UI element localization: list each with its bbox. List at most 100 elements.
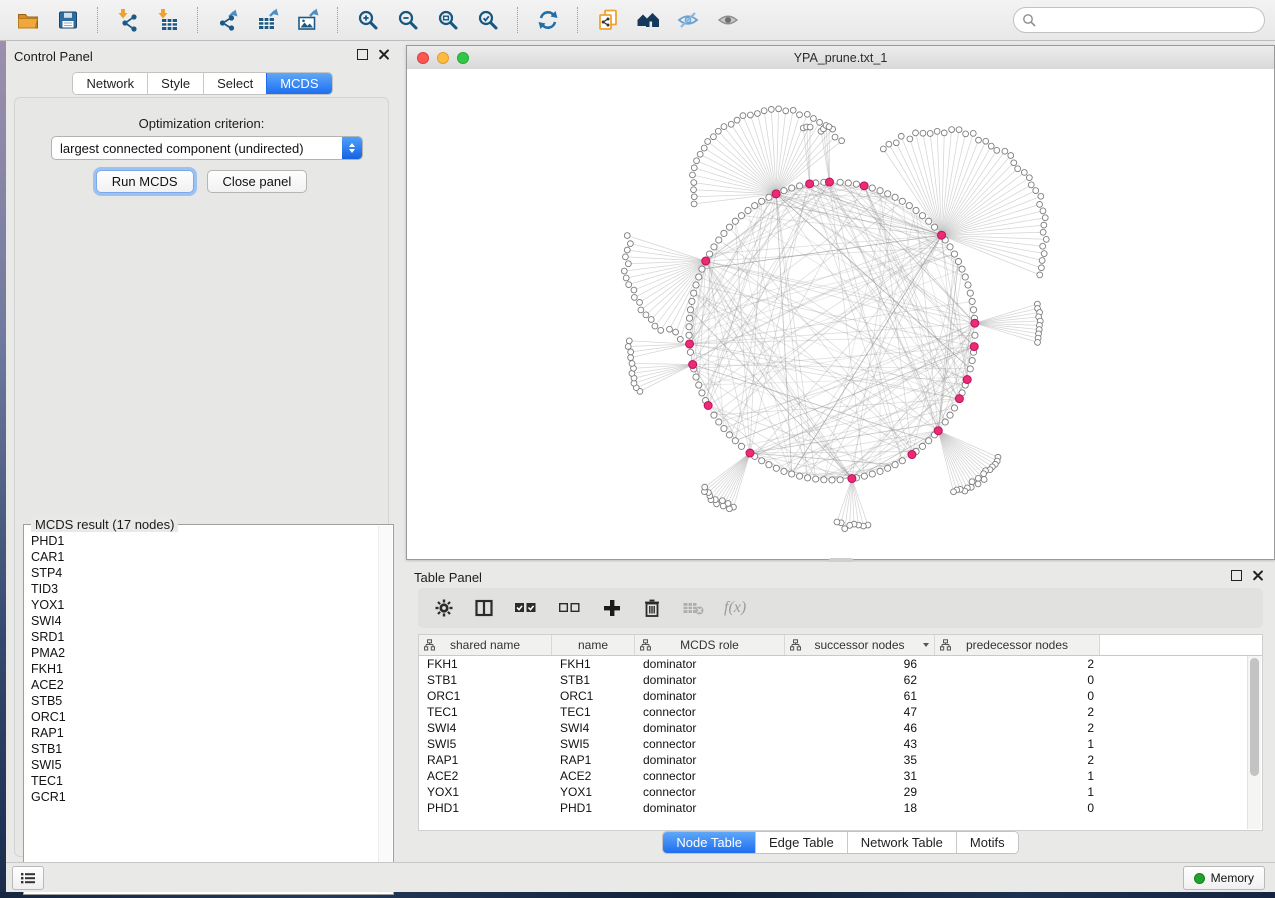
network-node[interactable] [797,473,803,479]
network-node[interactable] [752,203,758,209]
network-node[interactable] [790,107,796,113]
network-node[interactable] [721,425,727,431]
network-node[interactable] [861,473,867,479]
network-node[interactable] [691,180,697,186]
network-node[interactable] [667,326,673,332]
network-node[interactable] [988,143,994,149]
open-session-icon[interactable] [10,4,46,36]
network-node[interactable] [677,336,683,342]
control-panel-close-icon[interactable] [378,49,389,60]
tab-style[interactable]: Style [147,73,203,94]
import-network-icon[interactable] [110,4,146,36]
network-node[interactable] [738,443,744,449]
mcds-dominator-node[interactable] [934,427,942,435]
network-node[interactable] [696,274,702,280]
table-row[interactable]: SWI5SWI5connector431 [419,736,1262,752]
network-node[interactable] [967,366,973,372]
network-node[interactable] [626,338,632,344]
close-panel-button[interactable]: Close panel [207,170,308,193]
network-node[interactable] [728,121,734,127]
mcds-result-item[interactable]: SRD1 [31,629,379,645]
network-node[interactable] [959,266,965,272]
network-node[interactable] [1040,208,1046,214]
network-node[interactable] [1033,188,1039,194]
network-node[interactable] [691,290,697,296]
network-node[interactable] [969,357,975,363]
network-node[interactable] [631,295,637,301]
network-node[interactable] [628,349,634,355]
network-node[interactable] [829,477,835,483]
network-node[interactable] [839,138,845,144]
network-node[interactable] [691,165,697,171]
network-node[interactable] [951,405,957,411]
hide-graphics-details-icon[interactable] [670,4,706,36]
network-node[interactable] [805,475,811,481]
mcds-result-item[interactable]: TEC1 [31,773,379,789]
network-node[interactable] [1028,182,1034,188]
network-node[interactable] [732,438,738,444]
network-node[interactable] [1043,236,1049,242]
table-row[interactable]: TEC1TEC1connector472 [419,704,1262,720]
network-node[interactable] [1042,215,1048,221]
network-node[interactable] [637,299,643,305]
network-node[interactable] [623,275,629,281]
zoom-in-icon[interactable] [350,4,386,36]
network-node[interactable] [687,307,693,313]
column-header-shared-name[interactable]: shared name [419,635,552,655]
network-node[interactable] [715,128,721,134]
table-row[interactable]: PHD1PHD1dominator180 [419,800,1262,816]
network-node[interactable] [931,224,937,230]
network-node[interactable] [687,349,693,355]
network-node[interactable] [1035,339,1041,345]
search-box[interactable] [1013,7,1265,33]
network-node[interactable] [913,130,919,136]
network-node[interactable] [781,188,787,194]
network-node[interactable] [880,146,886,152]
network-node[interactable] [869,185,875,191]
table-panel-float-icon[interactable] [1231,570,1242,581]
table-tab-network-table[interactable]: Network Table [847,832,956,853]
network-node[interactable] [699,390,705,396]
network-node[interactable] [934,128,940,134]
network-node[interactable] [885,191,891,197]
mcds-dominator-node[interactable] [772,190,780,198]
network-node[interactable] [926,218,932,224]
mcds-result-item[interactable]: STP4 [31,565,379,581]
table-tab-motifs[interactable]: Motifs [956,832,1018,853]
network-node[interactable] [919,213,925,219]
mcds-dominator-node[interactable] [970,343,978,351]
table-scrollbar[interactable] [1247,656,1261,829]
mcds-result-item[interactable]: PHD1 [31,533,379,549]
column-header-successor-nodes[interactable]: successor nodes [785,635,935,655]
network-node[interactable] [693,374,699,380]
network-node[interactable] [970,307,976,313]
show-column-icon[interactable] [474,598,494,618]
network-node[interactable] [766,462,772,468]
network-node[interactable] [949,127,955,133]
network-node[interactable] [734,117,740,123]
network-window-titlebar[interactable]: YPA_prune.txt_1 [407,46,1274,70]
mcds-dominator-node[interactable] [689,361,697,369]
table-row[interactable]: STB1STB1dominator620 [419,672,1262,688]
run-mcds-button[interactable]: Run MCDS [96,170,194,193]
tab-mcds[interactable]: MCDS [266,73,331,94]
network-node[interactable] [826,124,832,130]
network-node[interactable] [773,465,779,471]
network-node[interactable] [983,138,989,144]
network-node[interactable] [845,180,851,186]
network-node[interactable] [697,151,703,157]
mcds-dominator-node[interactable] [938,231,946,239]
network-node[interactable] [994,147,1000,153]
network-node[interactable] [766,194,772,200]
network-node[interactable] [919,443,925,449]
table-row[interactable]: SWI4SWI4dominator462 [419,720,1262,736]
table-tab-edge-table[interactable]: Edge Table [755,832,847,853]
mcds-dominator-node[interactable] [806,180,814,188]
network-node[interactable] [768,106,774,112]
network-node[interactable] [951,251,957,257]
save-session-icon[interactable] [50,4,86,36]
network-node[interactable] [628,355,634,361]
network-node[interactable] [740,113,746,119]
network-node[interactable] [745,207,751,213]
network-node[interactable] [955,258,961,264]
